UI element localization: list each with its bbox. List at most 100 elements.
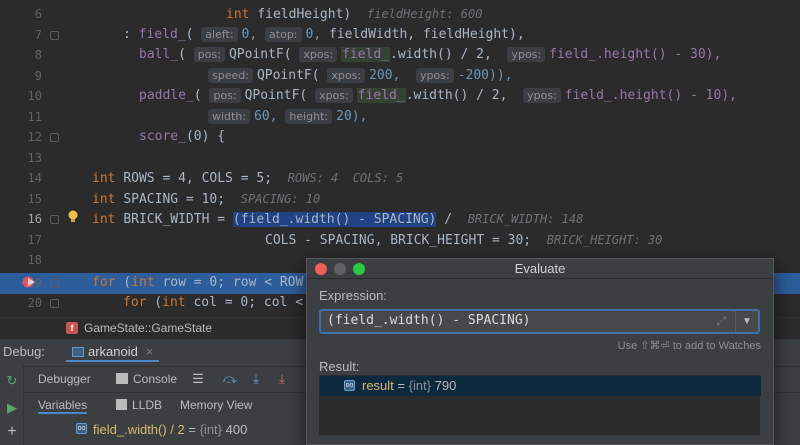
code-line-11: width: 60, height: 20), <box>208 107 367 128</box>
member-name: field_ <box>138 27 186 42</box>
code-text: ( <box>115 275 132 290</box>
selected-expression[interactable]: (field_.width() - SPACING) <box>232 212 437 227</box>
line-number: 15 <box>27 192 42 206</box>
code-text: ( <box>178 47 186 62</box>
tab-lldb-label: LLDB <box>132 398 163 412</box>
parameter-hint: ypos: <box>507 47 546 62</box>
inlay-value-hint: BRICK_WIDTH: 148 <box>467 212 584 226</box>
result-tree[interactable]: oo result = {int} 790 <box>319 375 761 435</box>
line-number: 10 <box>27 89 42 103</box>
resume-icon[interactable]: ▶ <box>4 400 20 416</box>
code-text: BRICK_WIDTH = <box>123 212 233 227</box>
line-number: 12 <box>27 130 42 144</box>
code-text: / <box>436 212 453 227</box>
fold-marker-icon[interactable] <box>50 31 59 40</box>
step-over-icon[interactable]: ⤼ <box>222 371 238 387</box>
code-text: .width() / 2, <box>405 88 508 103</box>
line-number: 6 <box>34 7 42 21</box>
parameter-hint: pos: <box>209 88 241 103</box>
lightbulb-icon[interactable] <box>67 210 79 224</box>
rerun-icon[interactable]: ↻ <box>4 373 20 389</box>
result-name: result <box>362 378 394 393</box>
add-to-watches-hint: Use ⇧⌘⏎ to add to Watches <box>617 340 761 352</box>
line-number: 7 <box>34 28 42 42</box>
tab-variables[interactable]: Variables <box>38 396 88 414</box>
line-number: 18 <box>27 253 42 267</box>
code-line-14: int ROWS = 4, COLS = 5; ROWS: 4 COLS: 5 <box>92 168 403 189</box>
variable-icon: oo <box>344 380 355 391</box>
member-name: score_ <box>139 129 186 144</box>
code-text: ( <box>185 27 194 42</box>
code-text: QPointF( <box>244 88 308 103</box>
code-line-20: for (int col = 0; col < <box>123 293 303 314</box>
app-window-icon <box>72 347 84 357</box>
line-number: 8 <box>34 48 42 62</box>
fold-marker-icon[interactable] <box>50 299 59 308</box>
fold-marker-icon[interactable] <box>50 279 59 288</box>
close-icon[interactable]: × <box>146 344 154 359</box>
inlay-value-hint: ROWS: 4 COLS: 5 <box>287 171 404 185</box>
keyword: for <box>123 295 147 310</box>
result-label: Result: <box>319 359 360 374</box>
parameter-hint: speed: <box>208 68 253 83</box>
result-value: 790 <box>431 378 457 393</box>
result-row[interactable]: oo result = {int} 790 <box>320 376 761 396</box>
code-text: field_.height() - 30), <box>549 47 722 62</box>
lldb-icon <box>116 399 127 410</box>
code-line-6: int fieldHeight) fieldHeight: 600 <box>226 4 482 25</box>
code-text: : <box>123 27 139 42</box>
code-text: QPointF( <box>228 47 292 62</box>
code-line-7: : field_( aleft: 0, atop: 0, fieldWidth, f… <box>123 25 525 46</box>
line-number-current: 16 <box>27 212 42 226</box>
parameter-hint: aleft: <box>201 27 238 42</box>
code-line-19: for (int row = 0; row < ROW <box>92 273 303 294</box>
code-text: .width() / 2, <box>390 47 492 62</box>
line-number: 20 <box>27 296 42 310</box>
code-line-8: ball_( pos: QPointF( xpos: field_.width() … <box>139 45 721 66</box>
keyword: int <box>92 171 116 186</box>
breakpoint-icon[interactable] <box>22 275 37 289</box>
tab-console[interactable]: Console <box>116 370 177 388</box>
member-name: field_ <box>356 88 406 103</box>
member-name: ball_ <box>139 47 179 62</box>
code-text: col = 0; col < <box>185 295 304 310</box>
parameter-hint: ypos: <box>523 88 561 103</box>
code-line-16: int BRICK_WIDTH = (field_.width() - SPAC… <box>92 209 583 230</box>
parameter-hint: xpos: <box>327 68 366 83</box>
code-text: fieldHeight) <box>257 7 352 22</box>
menu-icon[interactable]: ☰ <box>190 371 206 387</box>
tab-memory-view[interactable]: Memory View <box>180 396 252 414</box>
parameter-hint: xpos: <box>315 88 353 103</box>
variable-entry: field_.width() / 2 = {int} 400 <box>93 422 247 437</box>
step-into-icon[interactable]: ⤓ <box>248 371 264 387</box>
tab-debugger[interactable]: Debugger <box>38 370 91 388</box>
line-number: 14 <box>27 171 42 185</box>
breadcrumb-item[interactable]: GameState::GameState <box>84 318 212 338</box>
expand-icon[interactable]: ⤢ <box>716 314 726 329</box>
code-line-10: paddle_( pos: QPointF( xpos: field_.width(… <box>139 86 737 107</box>
member-name: field_ <box>341 47 391 62</box>
code-text: ( <box>146 295 163 310</box>
debug-session-tab[interactable]: arkanoid × <box>66 342 160 362</box>
keyword: int <box>162 295 186 310</box>
line-number: 13 <box>27 151 42 165</box>
dialog-title: Evaluate <box>514 261 566 276</box>
dialog-titlebar[interactable]: Evaluate <box>307 259 773 279</box>
expression-input[interactable]: (field_.width() - SPACING) ⤢ ▼ <box>319 309 760 334</box>
fold-marker-icon[interactable] <box>50 215 59 224</box>
inlay-value-hint: fieldHeight: 600 <box>366 7 483 21</box>
result-type: {int} <box>408 378 432 393</box>
force-step-into-icon[interactable]: ⤓ <box>274 371 290 387</box>
line-number: 11 <box>27 110 42 124</box>
equals-sign: = <box>393 378 409 393</box>
inlay-value-hint: BRICK_HEIGHT: 30 <box>546 233 663 247</box>
expression-text[interactable]: (field_.width() - SPACING) <box>327 313 531 328</box>
parameter-hint: atop: <box>265 27 302 42</box>
variable-type: {int} <box>199 422 223 437</box>
tab-lldb[interactable]: LLDB <box>116 396 162 414</box>
fold-marker-icon[interactable] <box>50 133 59 142</box>
keyword: int <box>92 192 116 207</box>
code-text: (0) { <box>185 129 226 144</box>
history-dropdown-button[interactable]: ▼ <box>735 311 758 332</box>
code-text: fieldWidth, fieldHeight), <box>329 27 525 42</box>
